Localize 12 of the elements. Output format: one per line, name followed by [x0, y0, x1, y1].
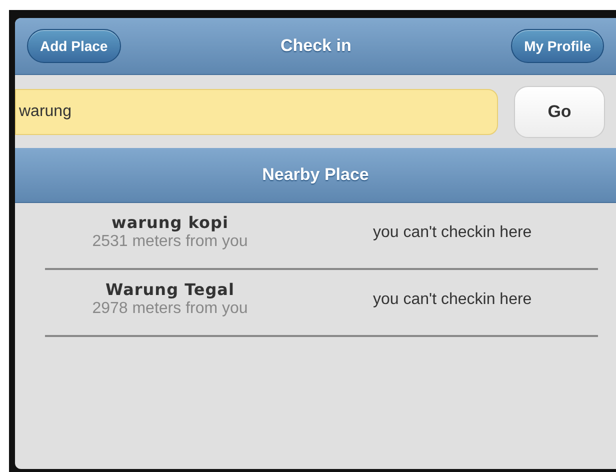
- add-place-button[interactable]: Add Place: [27, 29, 121, 63]
- section-title: Nearby Place: [262, 164, 369, 186]
- search-field[interactable]: warung: [15, 88, 498, 134]
- place-distance: 2978 meters from you: [92, 299, 248, 319]
- place-name: warung kopi: [112, 213, 228, 232]
- my-profile-button[interactable]: My Profile: [511, 29, 604, 63]
- checkin-status: you can't checkin here: [373, 290, 532, 310]
- place-distance: 2531 meters from you: [92, 232, 248, 252]
- go-button[interactable]: Go: [514, 86, 605, 138]
- place-name: Warung Tegal: [106, 280, 234, 299]
- page-title: Check in: [280, 35, 352, 58]
- checkin-status: you can't checkin here: [373, 222, 532, 242]
